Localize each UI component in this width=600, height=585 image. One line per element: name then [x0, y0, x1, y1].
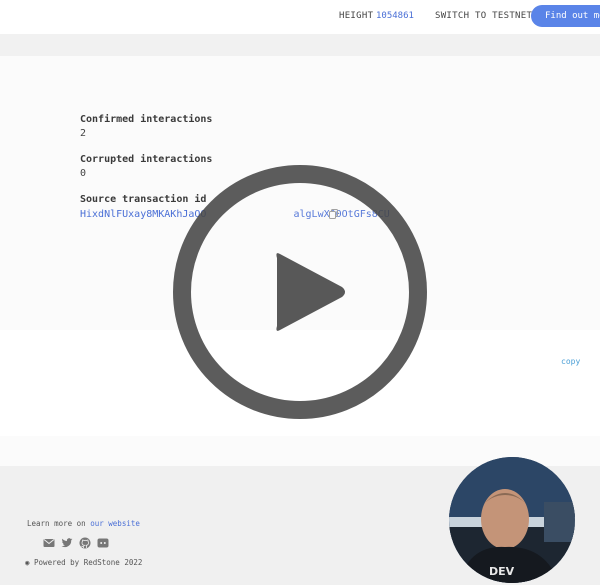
learn-more-prefix: Learn more on — [27, 519, 86, 528]
confirmed-interactions-label: Confirmed interactions — [80, 114, 213, 125]
find-out-more-button[interactable]: Find out mo — [531, 5, 600, 27]
top-navbar: HEIGHT 1054861 SWITCH TO TESTNET Find ou… — [0, 0, 600, 34]
learn-more-text: Learn more on our website — [27, 519, 140, 528]
header-divider-band — [0, 34, 600, 56]
block-height-value[interactable]: 1054861 — [376, 11, 414, 21]
powered-by-label: Powered by RedStone 2022 — [34, 558, 143, 567]
presenter-webcam: DEV — [449, 457, 575, 583]
corrupted-interactions-value: 0 — [80, 168, 87, 179]
website-link[interactable]: our website — [90, 519, 140, 528]
switch-testnet-link[interactable]: SWITCH TO TESTNET — [435, 11, 532, 21]
mail-icon[interactable] — [43, 537, 55, 549]
block-height-label: HEIGHT — [339, 11, 374, 21]
github-icon[interactable] — [79, 537, 91, 549]
discord-icon[interactable] — [97, 537, 109, 549]
presenter-video-frame: DEV — [449, 457, 575, 583]
svg-text:DEV: DEV — [489, 565, 515, 578]
logo-mark-icon: ◉ — [25, 558, 30, 567]
powered-by-text: ◉ Powered by RedStone 2022 — [25, 558, 142, 567]
copy-button[interactable]: copy — [561, 357, 580, 366]
twitter-icon[interactable] — [61, 537, 73, 549]
confirmed-interactions-value: 2 — [80, 128, 87, 139]
play-icon[interactable] — [170, 162, 430, 422]
